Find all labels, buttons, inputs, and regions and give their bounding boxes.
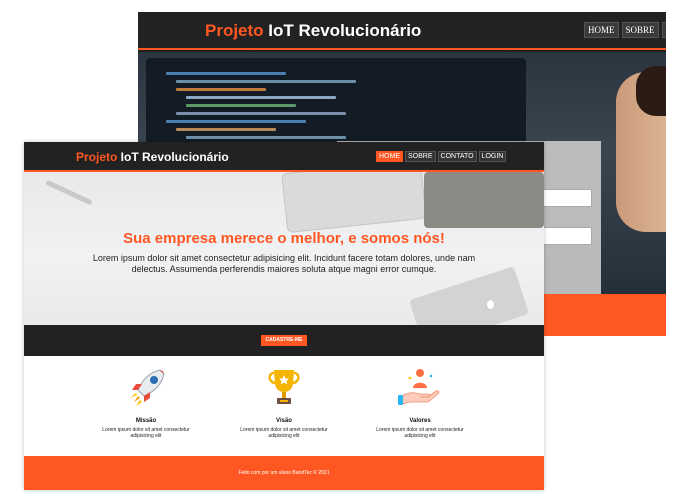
feature-text: Lorem ipsum dolor sit amet consectetur a… <box>102 427 190 439</box>
footer-text: Feito com por um aluno BandTec © 2021 <box>238 470 330 476</box>
feature-title: Visão <box>276 418 292 424</box>
feature-text: Lorem ipsum dolor sit amet consectetur a… <box>240 427 328 439</box>
feature-title: Valores <box>409 418 431 424</box>
earbud-image <box>486 299 495 310</box>
home-page-header: Projeto IoT Revolucionário HOME SOBRE CO… <box>24 142 544 172</box>
nav-sobre-button[interactable]: SOBRE <box>405 151 436 162</box>
phone-image <box>408 266 530 325</box>
nav-home-button[interactable]: HOME <box>376 151 403 162</box>
title-accent-word: Projeto <box>76 150 118 164</box>
feature-vision: Visão Lorem ipsum dolor sit amet consect… <box>214 366 354 439</box>
keyboard-image <box>281 172 427 234</box>
feature-values: Valores Lorem ipsum dolor sit amet conse… <box>350 366 490 439</box>
title-accent-word: Projeto <box>205 21 264 40</box>
hero-description: Lorem ipsum dolor sit amet consectetur a… <box>92 253 476 274</box>
nav-home-button[interactable]: HOME <box>584 22 619 38</box>
cta-bar: CADASTRE-ME <box>24 325 544 356</box>
feature-text: Lorem ipsum dolor sit amet consectetur a… <box>376 427 464 439</box>
feature-title: Missão <box>135 418 157 424</box>
nav-contato-button[interactable]: CONTATO <box>437 151 477 162</box>
hand-person-icon <box>398 369 440 405</box>
pen-image <box>45 179 93 206</box>
login-page-header: Projeto IoT Revolucionário HOME SOBRE CO <box>138 12 666 50</box>
home-hero-section: Sua empresa merece o melhor, e somos nós… <box>24 172 544 325</box>
features-section: Missão Lorem ipsum dolor sit amet consec… <box>24 356 544 456</box>
login-page-title: Projeto IoT Revolucionário <box>205 21 421 41</box>
hero-headline: Sua empresa merece o melhor, e somos nós… <box>123 230 445 247</box>
home-page-title: Projeto IoT Revolucionário <box>76 150 229 164</box>
title-rest: IoT Revolucionário <box>117 150 229 164</box>
home-page-footer: Feito com por um aluno BandTec © 2021 <box>24 456 544 490</box>
nav-contato-button-clipped[interactable]: CO <box>661 22 666 38</box>
notepad-image <box>424 172 544 228</box>
login-page-nav: HOME SOBRE CO <box>584 22 666 38</box>
rocket-icon <box>130 369 165 406</box>
trophy-icon <box>268 370 300 404</box>
signup-button[interactable]: CADASTRE-ME <box>261 335 307 346</box>
feature-mission: Missão Lorem ipsum dolor sit amet consec… <box>76 366 216 439</box>
nav-sobre-button[interactable]: SOBRE <box>621 22 659 38</box>
home-page-nav: HOME SOBRE CONTATO LOGIN <box>376 151 507 162</box>
title-rest: IoT Revolucionário <box>263 21 422 40</box>
home-page-window: Projeto IoT Revolucionário HOME SOBRE CO… <box>24 142 544 490</box>
nav-login-button[interactable]: LOGIN <box>478 151 507 162</box>
person-hair-image <box>636 66 666 116</box>
